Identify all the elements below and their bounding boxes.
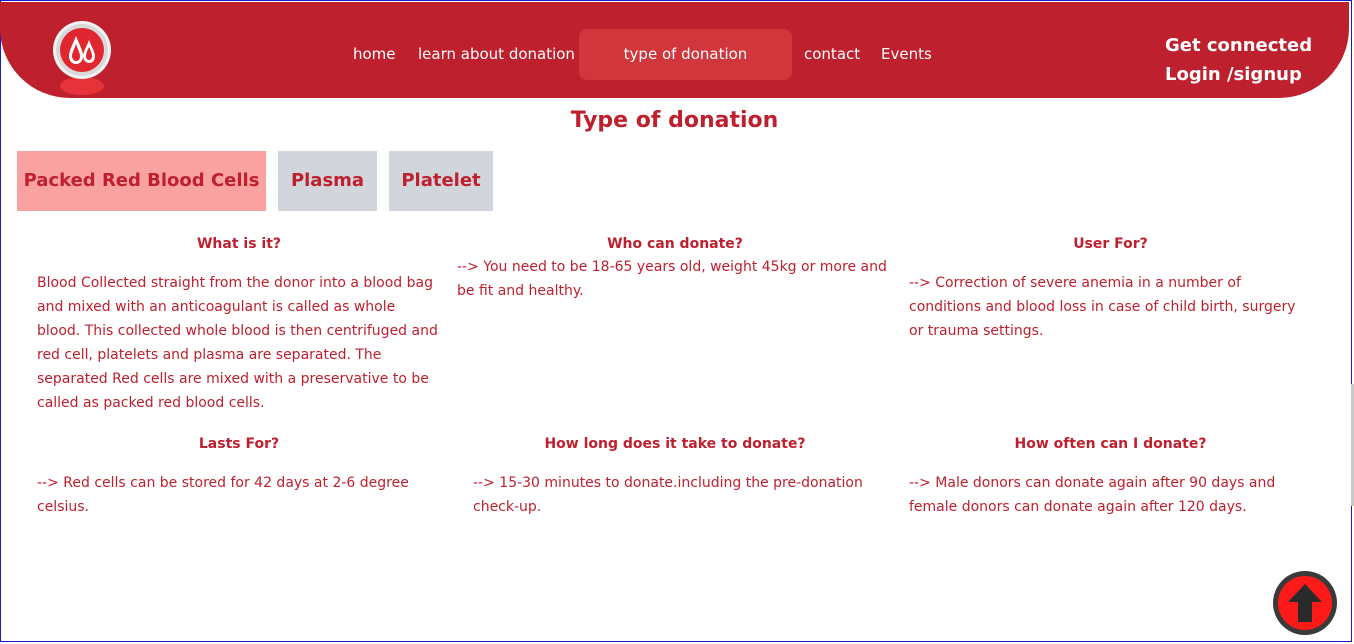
tab-plasma[interactable]: Plasma bbox=[278, 151, 377, 211]
tab-platelet[interactable]: Platelet bbox=[389, 151, 493, 211]
how-often-text: --> Male donors can donate again after 9… bbox=[909, 475, 1276, 515]
how-long-heading: How long does it take to donate? bbox=[544, 436, 806, 452]
lasts-for-text: --> Red cells can be stored for 42 days … bbox=[37, 475, 409, 515]
what-is-it-text: Blood Collected straight from the donor … bbox=[37, 275, 438, 411]
nav-type-of-donation[interactable]: type of donation bbox=[579, 29, 792, 80]
scroll-to-top-circle bbox=[1278, 576, 1332, 630]
auth-links: Get connected Login /signup bbox=[1165, 31, 1312, 89]
what-is-it-heading: What is it? bbox=[196, 236, 282, 252]
lasts-for-heading: Lasts For? bbox=[198, 436, 280, 452]
how-often-heading: How often can I donate? bbox=[1014, 436, 1207, 452]
nav-home[interactable]: home bbox=[353, 44, 396, 64]
who-can-donate-heading: Who can donate? bbox=[607, 236, 743, 252]
nav-type-of-donation-label: type of donation bbox=[623, 45, 748, 63]
who-can-donate-text: --> You need to be 18-65 years old, weig… bbox=[457, 259, 887, 299]
tab-packed-red-blood-cells[interactable]: Packed Red Blood Cells bbox=[17, 151, 266, 211]
how-long-text: --> 15-30 minutes to donate.including th… bbox=[473, 475, 863, 515]
site-header: home learn about donation type of donati… bbox=[0, 2, 1349, 98]
login-signup-link[interactable]: Login /signup bbox=[1165, 60, 1312, 89]
nav-events[interactable]: Events bbox=[881, 44, 932, 64]
used-for-heading: User For? bbox=[1073, 236, 1148, 252]
scroll-to-top-button[interactable] bbox=[1273, 571, 1337, 635]
nav-contact[interactable]: contact bbox=[804, 44, 860, 64]
page-title: Type of donation bbox=[570, 108, 779, 133]
arrow-up-icon bbox=[1288, 584, 1322, 622]
nav-learn-about-donation[interactable]: learn about donation bbox=[418, 44, 575, 64]
used-for-text: --> Correction of severe anemia in a num… bbox=[909, 275, 1296, 339]
get-connected-link[interactable]: Get connected bbox=[1165, 31, 1312, 60]
main-nav: home learn about donation type of donati… bbox=[0, 2, 1349, 98]
